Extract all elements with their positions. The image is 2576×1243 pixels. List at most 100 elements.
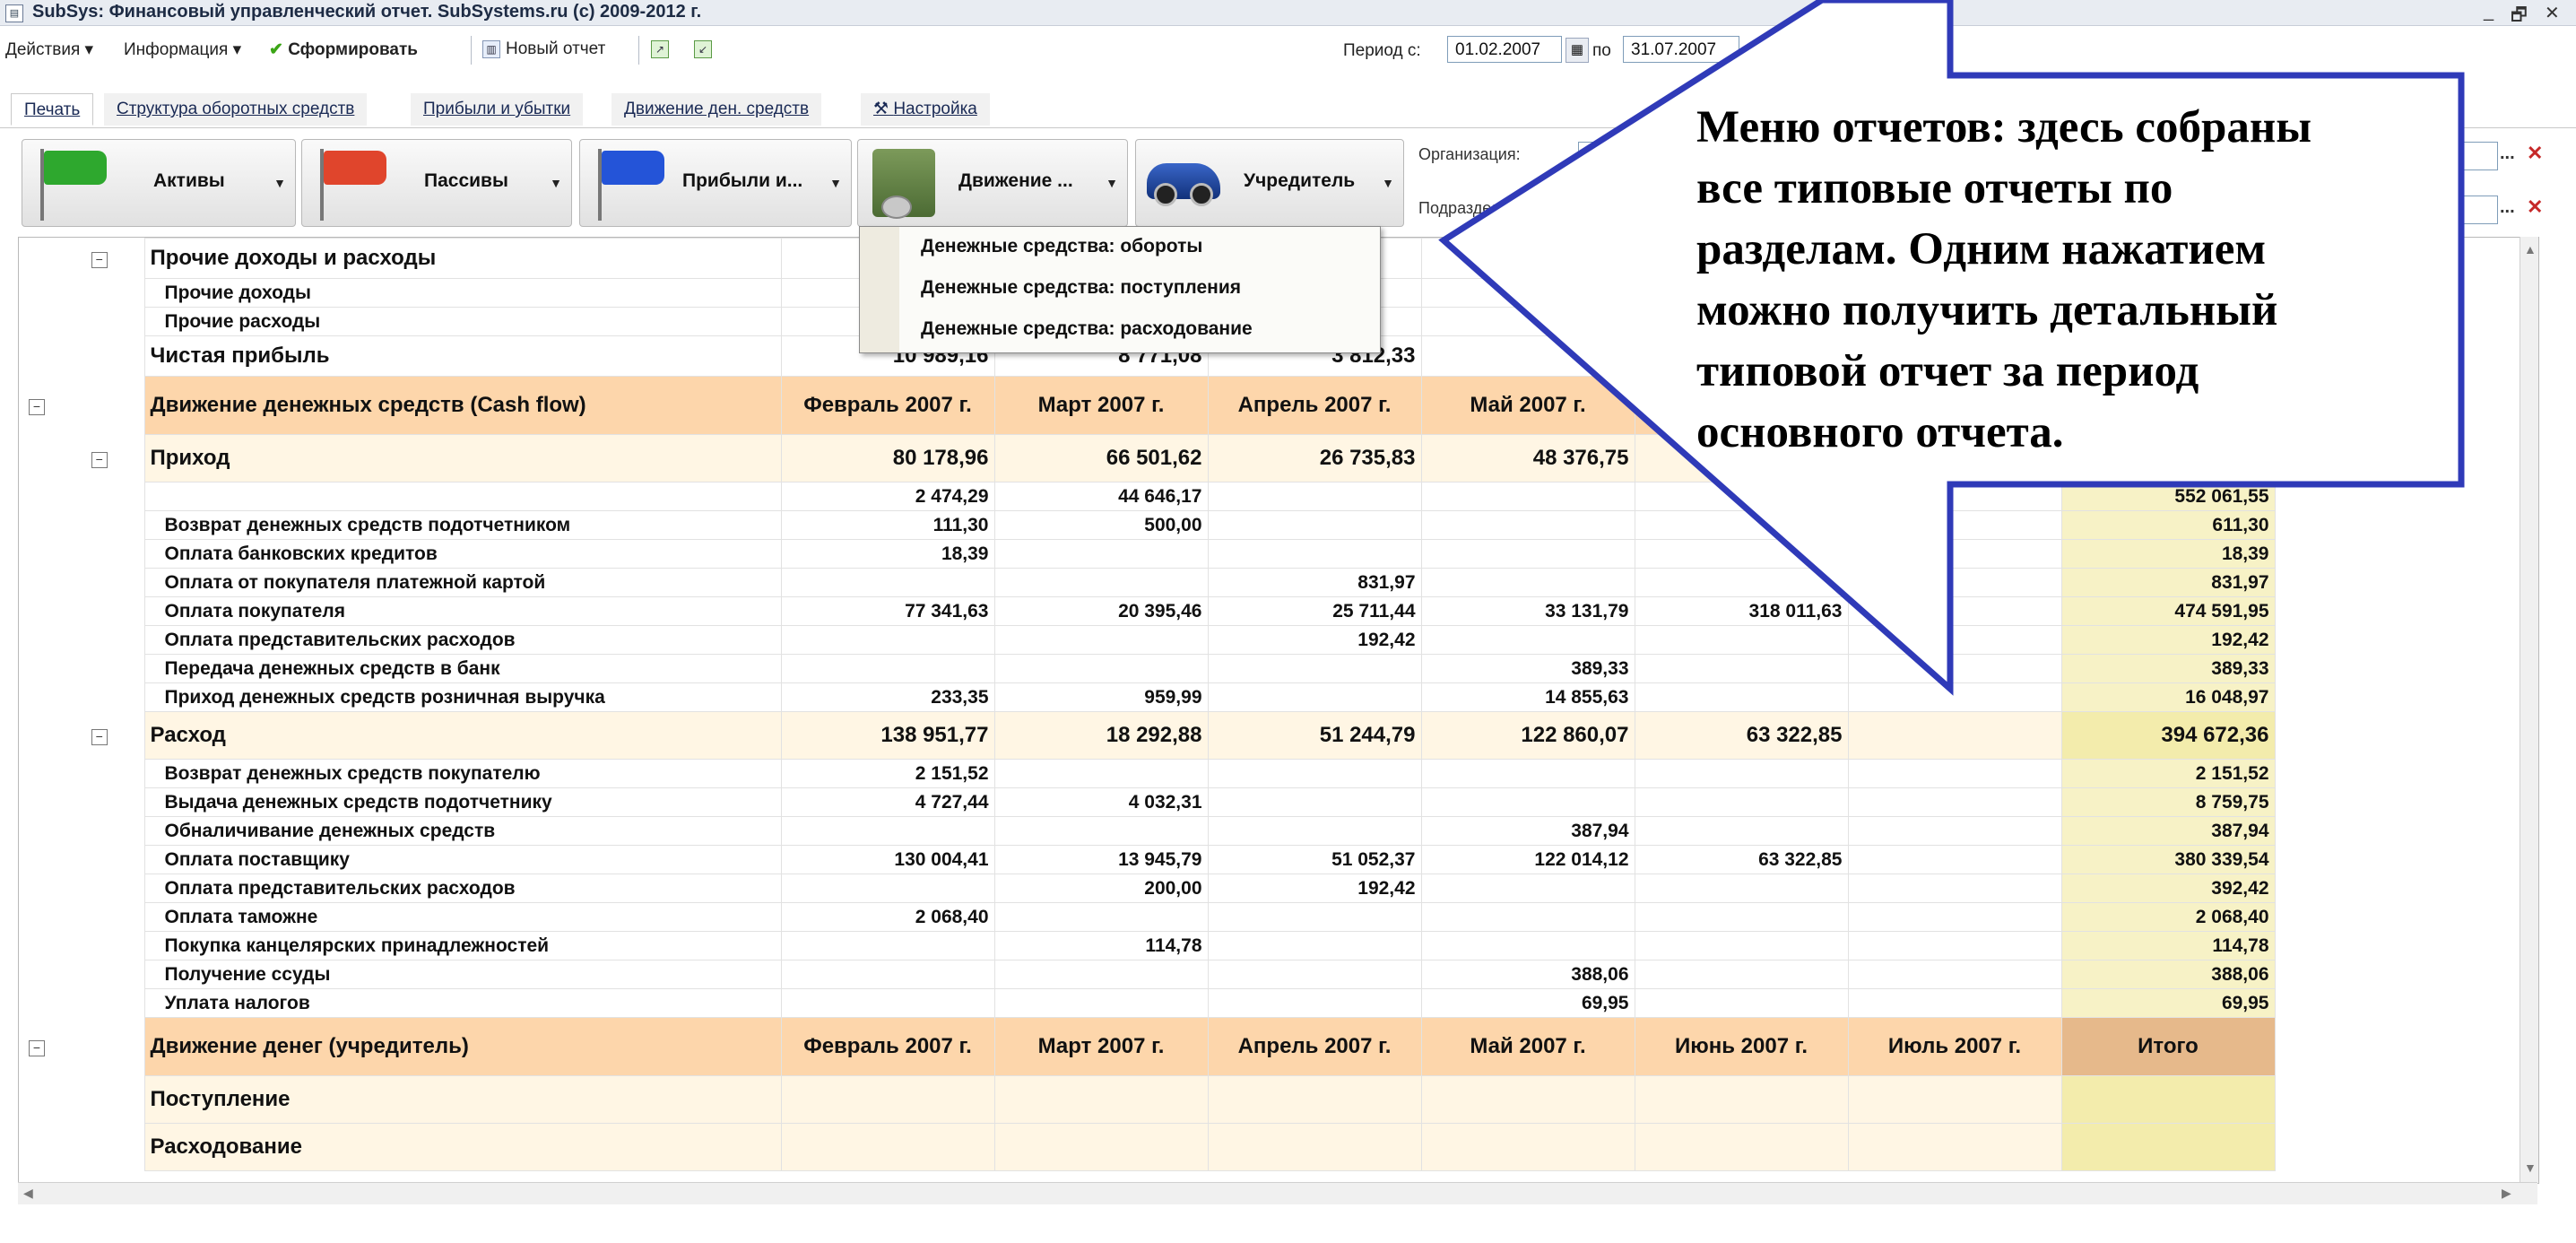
tree-cell — [55, 683, 144, 712]
dropdown-arrow-icon[interactable]: ▼ — [1382, 176, 1394, 190]
dropdown-arrow-icon[interactable]: ▼ — [829, 176, 842, 190]
scroll-down-icon[interactable]: ▼ — [2524, 1160, 2537, 1175]
value-cell: Март 2007 г. — [993, 376, 1209, 435]
value-cell — [1420, 931, 1635, 960]
total-cell: Итого — [2060, 1017, 2276, 1076]
value-cell — [1634, 482, 1849, 511]
value-cell — [1847, 988, 2062, 1018]
value-cell — [1420, 278, 1635, 308]
callout-text: Меню отчетов: здесь собраны все типовые … — [1696, 97, 2459, 463]
value-cell — [1847, 816, 2062, 846]
info-menu[interactable]: Информация ▾ — [124, 39, 241, 60]
row-label — [143, 482, 782, 511]
value-cell — [1634, 539, 1849, 569]
table-row: Получение ссуды 388,06 388,06 — [19, 960, 2488, 989]
value-cell — [1420, 482, 1635, 511]
tree-cell — [19, 540, 55, 569]
assets-report-button[interactable]: Активы ▼ — [22, 139, 296, 227]
liabilities-report-button[interactable]: Пассивы ▼ — [301, 139, 572, 227]
scroll-up-icon[interactable]: ▲ — [2524, 242, 2537, 256]
menu-item-turnover[interactable]: Денежные средства: обороты — [921, 236, 1202, 257]
value-cell: 51 052,37 — [1207, 845, 1422, 874]
value-cell: 14 855,63 — [1420, 682, 1635, 712]
value-cell — [1847, 931, 2062, 960]
tree-cell — [55, 540, 144, 569]
tab-settings-label: Настройка — [893, 100, 977, 118]
value-cell — [1420, 568, 1635, 597]
profits-report-button[interactable]: Прибыли и... ▼ — [579, 139, 852, 227]
row-label: Приход денежных средств розничная выручк… — [143, 682, 782, 712]
table-row: Оплата банковских кредитов 18,39 18,39 — [19, 539, 2488, 569]
collapse-toggle-icon[interactable]: − — [29, 399, 45, 415]
tab-print[interactable]: Печать — [11, 93, 94, 126]
dropdown-arrow-icon[interactable]: ▼ — [273, 176, 286, 190]
value-cell: 500,00 — [993, 510, 1209, 540]
minimize-icon[interactable]: _ — [2484, 2, 2494, 22]
cash-flow-dropdown-menu: Денежные средства: обороты Денежные сред… — [859, 226, 1381, 353]
total-cell: 18,39 — [2060, 539, 2276, 569]
tab-profit-loss[interactable]: Прибыли и убытки — [411, 93, 584, 126]
vertical-scrollbar[interactable]: ▲ ▼ — [2520, 237, 2538, 1182]
collapse-toggle-icon[interactable]: − — [91, 452, 108, 468]
horizontal-scrollbar[interactable]: ◀ ▶ — [18, 1182, 2537, 1204]
car-icon — [1147, 163, 1220, 206]
total-cell — [2060, 1075, 2276, 1124]
total-cell: 474 591,95 — [2060, 596, 2276, 626]
value-cell — [1634, 510, 1849, 540]
tab-cash-flow[interactable]: Движение ден. средств — [611, 93, 822, 126]
value-cell — [993, 625, 1209, 655]
value-cell — [780, 568, 995, 597]
value-cell — [1207, 759, 1422, 788]
scroll-right-icon[interactable]: ▶ — [2502, 1186, 2511, 1201]
tree-cell — [55, 989, 144, 1018]
collapse-toggle-icon[interactable]: − — [91, 729, 108, 745]
dropdown-arrow-icon[interactable]: ▼ — [550, 176, 562, 190]
value-cell — [1207, 902, 1422, 932]
period-to-input[interactable]: 31.07.2007 — [1623, 36, 1739, 63]
menu-item-spending[interactable]: Денежные средства: расходование — [921, 318, 1253, 340]
value-cell: 48 376,75 — [1420, 434, 1635, 482]
table-row: Оплата покупателя 77 341,63 20 395,46 25 71… — [19, 596, 2488, 626]
value-cell — [993, 902, 1209, 932]
total-cell: 388,06 — [2060, 960, 2276, 989]
value-cell — [1420, 510, 1635, 540]
import-icon[interactable]: ↙ — [694, 39, 717, 59]
new-report-button[interactable]: ▥ Новый отчет — [482, 39, 605, 59]
group-row: Расходование — [19, 1123, 2488, 1171]
row-label: Прочие доходы и расходы — [143, 238, 782, 279]
generate-button[interactable]: ✔ Сформировать — [269, 39, 418, 60]
table-row: Оплата поставщику 130 004,41 13 945,79 51 0… — [19, 845, 2488, 874]
value-cell: Февраль 2007 г. — [780, 1017, 995, 1076]
value-cell: 111,30 — [780, 510, 995, 540]
tab-working-capital[interactable]: Структура оборотных средств — [104, 93, 368, 126]
collapse-toggle-icon[interactable]: − — [91, 252, 108, 268]
calendar-icon[interactable]: ▦ — [1566, 38, 1589, 63]
value-cell — [780, 931, 995, 960]
tree-cell — [55, 903, 144, 932]
value-cell — [1847, 874, 2062, 903]
menu-item-receipts[interactable]: Денежные средства: поступления — [921, 277, 1241, 299]
value-cell: 69,95 — [1420, 988, 1635, 1018]
actions-menu[interactable]: Действия ▾ — [5, 39, 93, 60]
org-clear-icon[interactable]: ✕ — [2527, 142, 2543, 165]
collapse-toggle-icon[interactable]: − — [29, 1040, 45, 1056]
scroll-left-icon[interactable]: ◀ — [23, 1186, 33, 1201]
tree-cell — [55, 874, 144, 903]
founder-report-button[interactable]: Учредитель ▼ — [1135, 139, 1404, 227]
close-icon[interactable]: ✕ — [2545, 2, 2560, 24]
table-row: Оплата таможне 2 068,40 2 068,40 — [19, 902, 2488, 932]
dept-clear-icon[interactable]: ✕ — [2527, 196, 2543, 219]
value-cell: 192,42 — [1207, 625, 1422, 655]
tab-settings[interactable]: ⚒ Настройка — [861, 93, 990, 126]
value-cell — [1847, 596, 2062, 626]
table-row: Оплата от покупателя платежной картой 831… — [19, 568, 2488, 597]
dept-select-button[interactable]: ... — [2500, 197, 2515, 218]
org-select-button[interactable]: ... — [2500, 143, 2515, 164]
dropdown-arrow-icon[interactable]: ▼ — [1106, 176, 1118, 190]
row-label: Возврат денежных средств подотчетником — [143, 510, 782, 540]
tree-cell — [19, 597, 55, 626]
row-label: Оплата поставщику — [143, 845, 782, 874]
export-icon[interactable]: ↗ — [651, 39, 674, 59]
period-from-input[interactable]: 01.02.2007 — [1447, 36, 1562, 63]
cash-flow-report-button[interactable]: Движение ... ▼ — [857, 139, 1128, 227]
